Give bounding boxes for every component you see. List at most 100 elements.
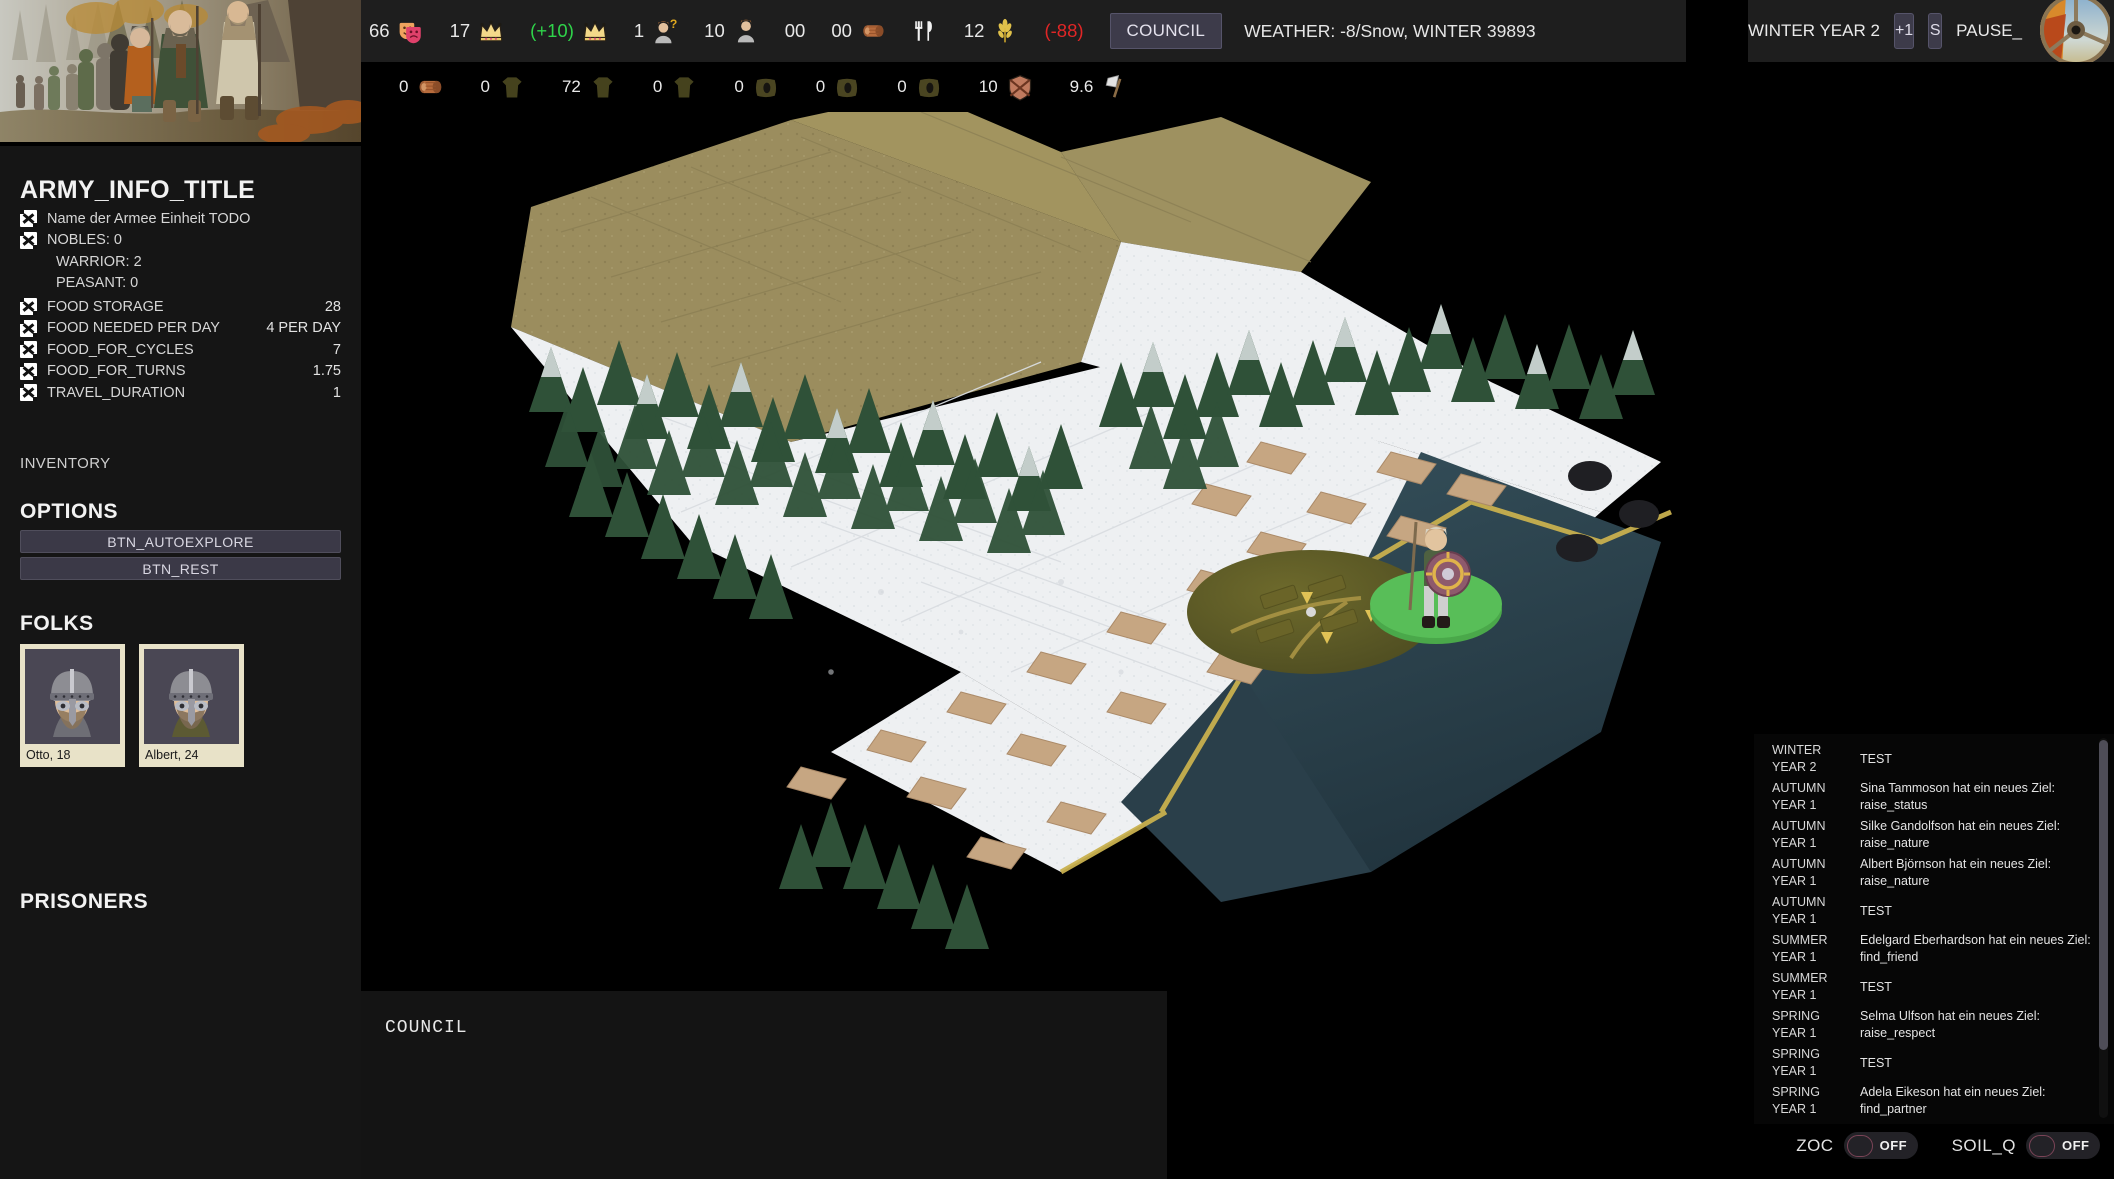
axe-resource: 9.6: [1070, 73, 1130, 101]
folks-list: Otto, 18 Albert, 24: [20, 644, 341, 767]
info-row-label: FOOD_FOR_TURNS: [47, 363, 186, 380]
info-row: FOOD_FOR_TURNS 1.75: [20, 361, 341, 383]
event-log-row: SUMMER YEAR 1 TEST: [1772, 968, 2094, 1006]
event-log-row: SPRING YEAR 1 Adela Eikeson hat ein neues…: [1772, 1082, 2094, 1120]
event-log-message: Edelgard Eberhardson hat ein neues Ziel:…: [1860, 933, 2091, 964]
event-log-timestamp: SPRING YEAR 1: [1772, 1047, 1820, 1078]
event-log-timestamp: SUMMER YEAR 1: [1772, 971, 1828, 1002]
wagon-wheel-emblem-icon: [2036, 0, 2110, 62]
event-log-message: Selma Ulfson hat ein neues Ziel: raise_r…: [1860, 1009, 2040, 1040]
party-illustration: [0, 0, 361, 146]
option-button-1[interactable]: BTN_REST: [20, 557, 341, 580]
cutlery-icon: [912, 18, 938, 44]
event-log-message: Adela Eikeson hat ein neues Ziel: find_p…: [1860, 1085, 2046, 1116]
isometric-world-map[interactable]: [361, 112, 1751, 984]
shield-resource-value: 10: [978, 77, 998, 96]
wood-resource: 0: [399, 73, 444, 101]
broken-image-icon: [20, 319, 37, 337]
option-button-0[interactable]: BTN_AUTOEXPLORE: [20, 530, 341, 553]
toggle-zoc: ZOC OFF: [1796, 1132, 1918, 1159]
council-button[interactable]: COUNCIL: [1109, 13, 1223, 49]
event-log-row: SUMMER YEAR 1 Edelgard Eberhardson hat ei…: [1772, 930, 2094, 968]
inventory-label[interactable]: INVENTORY: [20, 455, 341, 472]
info-row-label: FOOD NEEDED PER DAY: [47, 320, 220, 337]
council-panel[interactable]: COUNCIL: [361, 991, 1167, 1179]
toggle-switch[interactable]: OFF: [1843, 1132, 1918, 1159]
crown-stat: 17: [450, 18, 505, 44]
shirt-resource-3-value: 0: [652, 77, 663, 96]
unknown-people-value: 1: [633, 20, 645, 41]
event-log-timestamp: SPRING YEAR 1: [1772, 1085, 1820, 1116]
info-row: FOOD_FOR_CYCLES 7: [20, 339, 341, 361]
wood-resource-value: 0: [399, 77, 409, 96]
speed-button[interactable]: S: [1928, 13, 1943, 49]
hide-icon: [915, 73, 943, 101]
folk-card[interactable]: Albert, 24: [139, 644, 244, 767]
crown-gain-value: (+10): [530, 20, 574, 41]
folks-heading: FOLKS: [20, 612, 94, 635]
toggle-state: OFF: [1879, 1138, 1908, 1153]
shield-icon: [1006, 73, 1034, 101]
broken-image-icon: [20, 210, 37, 228]
pause-button[interactable]: PAUSE_: [1956, 21, 2022, 41]
event-log-message: Sina Tammoson hat ein neues Ziel: raise_…: [1860, 781, 2056, 812]
people-stat: 10: [704, 18, 759, 44]
event-log-timestamp: SUMMER YEAR 1: [1772, 933, 1828, 964]
event-log-timestamp: WINTER YEAR 2: [1772, 743, 1822, 774]
event-log-timestamp: SPRING YEAR 1: [1772, 1122, 1860, 1124]
advance-turn-button[interactable]: +1: [1893, 13, 1915, 49]
debug-toggle-group: ZOC OFF SOIL_Q OFF: [1796, 1132, 2100, 1159]
event-log-row: AUTUMN YEAR 1 Albert Björnson hat ein neu…: [1772, 854, 2094, 892]
stat-zero-a: 00: [785, 20, 806, 42]
shirt-resource-2: 72: [562, 73, 617, 101]
tunic-icon: [670, 73, 698, 101]
left-sidebar: ARMY_INFO_TITLE Name der Armee Einheit T…: [0, 0, 361, 1179]
event-log-scrollbar-thumb[interactable]: [2099, 740, 2108, 1050]
toggle-label: ZOC: [1796, 1135, 1834, 1155]
event-log-timestamp: AUTUMN YEAR 1: [1772, 781, 1826, 812]
grain-delta-value: (-88): [1044, 20, 1084, 41]
council-panel-title: COUNCIL: [385, 1018, 468, 1038]
mood-stat: 66: [369, 18, 424, 44]
info-row-label: WARRIOR: 2: [56, 253, 142, 270]
event-log-timestamp: AUTUMN YEAR 1: [1772, 819, 1826, 850]
info-row-label: FOOD_FOR_CYCLES: [47, 341, 194, 358]
event-log-row: AUTUMN YEAR 1 TEST: [1772, 892, 2094, 930]
time-control-bar: WINTER YEAR 2 +1 S PAUSE_: [1748, 0, 2114, 62]
options-button-group: BTN_AUTOEXPLORE BTN_REST: [20, 530, 341, 584]
event-log[interactable]: WINTER YEAR 2 TEST AUTUMN YEAR 1 Sina Tammo…: [1754, 734, 2114, 1124]
hide-resource-3: 0: [897, 73, 942, 101]
folk-card[interactable]: Otto, 18: [20, 644, 125, 767]
event-log-timestamp: SPRING YEAR 1: [1772, 1009, 1820, 1040]
info-row-value: 1.75: [312, 363, 341, 380]
info-row-value: 1: [332, 384, 341, 401]
top-stat-group: 66 17 (+10) 1? 10 00 00 12 (-88): [369, 17, 1110, 44]
wheat-icon: [992, 18, 1018, 44]
stat-zero-a-value: 00: [784, 20, 806, 41]
info-row-label: PEASANT: 0: [56, 275, 139, 292]
grain-stat-value: 12: [963, 20, 985, 41]
shirt-resource-1-value: 0: [480, 77, 490, 96]
crown-gain: (+10): [530, 18, 608, 44]
toggle-soil_q: SOIL_Q OFF: [1952, 1132, 2100, 1159]
game-window: ARMY_INFO_TITLE Name der Armee Einheit T…: [0, 0, 2114, 1179]
wood-log-icon: [416, 73, 444, 101]
info-row: PEASANT: 0: [20, 273, 341, 295]
tunic-icon: [498, 73, 526, 101]
toggle-knob: [2029, 1134, 2055, 1157]
crown-stat-value: 17: [449, 20, 471, 41]
event-log-message: TEST: [1860, 979, 1892, 994]
season-label: WINTER YEAR 2: [1748, 21, 1880, 40]
info-row: Name der Armee Einheit TODO: [20, 208, 341, 230]
person-icon: [733, 18, 759, 44]
toggle-switch[interactable]: OFF: [2026, 1132, 2100, 1159]
avatar: [144, 649, 239, 744]
avatar: [25, 649, 120, 744]
army-info-list: Name der Armee Einheit TODO NOBLES: 0 WARR…: [20, 208, 341, 294]
theater-masks-icon: [398, 18, 424, 44]
unknown-people: 1?: [633, 17, 678, 44]
shirt-resource-2-value: 72: [561, 77, 581, 96]
info-row-value: 28: [324, 298, 341, 315]
resource-bar: 0 0 72 0 0 0 0 10 9.6: [361, 62, 1686, 112]
top-status-bar: 66 17 (+10) 1? 10 00 00 12 (-88) COUNCIL WEATHER…: [361, 0, 1686, 62]
